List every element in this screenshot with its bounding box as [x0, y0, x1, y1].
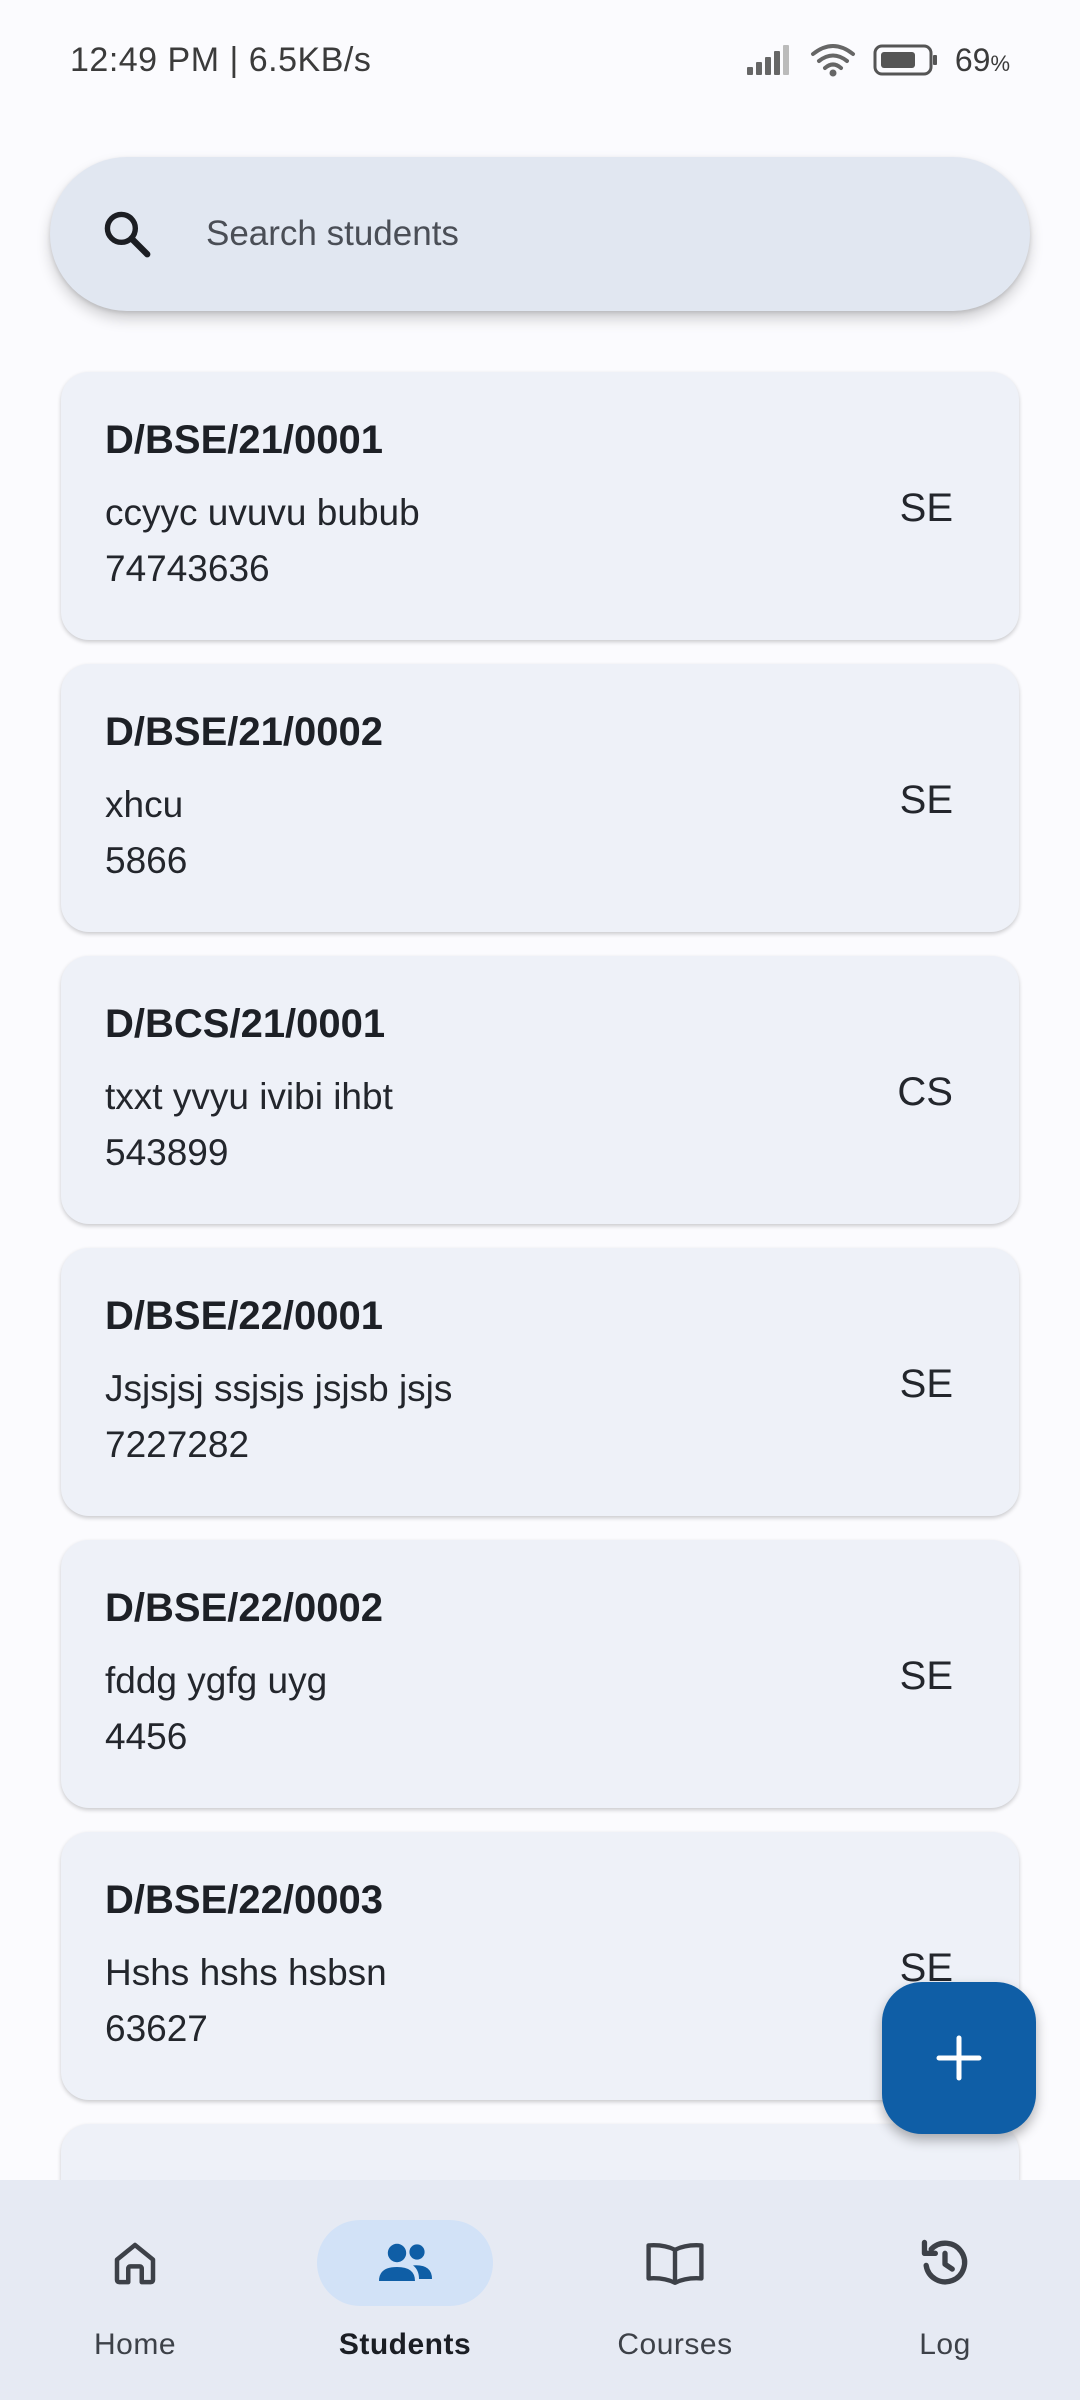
- student-id: D/BSE/21/0002: [105, 710, 383, 754]
- student-phone: 5866: [105, 840, 188, 881]
- search-bar[interactable]: [50, 157, 1030, 311]
- student-phone: 4456: [105, 1716, 188, 1757]
- student-phone: 63627: [105, 2008, 208, 2049]
- nav-indicator: [47, 2220, 223, 2306]
- people-icon: [379, 2243, 432, 2281]
- student-list: D/BSE/21/0001 ccyyc uvuvu bubub 74743636…: [61, 372, 1019, 2228]
- student-id: D/BCS/21/0001: [105, 1002, 386, 1046]
- student-id: D/BSE/22/0002: [105, 1586, 383, 1630]
- plus-icon: [936, 2035, 982, 2081]
- status-icons: 69%: [745, 42, 1010, 79]
- student-department: SE: [899, 1362, 953, 1406]
- nav-indicator: [587, 2220, 763, 2306]
- student-id: D/BSE/21/0001: [105, 418, 383, 462]
- nav-item-log[interactable]: Log: [810, 2180, 1080, 2400]
- nav-label: Log: [919, 2328, 971, 2361]
- student-card[interactable]: D/BSE/22/0001 Jsjsjsj ssjsjs jsjsb jsjs …: [61, 1248, 1019, 1516]
- nav-item-students[interactable]: Students: [270, 2180, 540, 2400]
- student-department: CS: [897, 1070, 953, 1114]
- battery-level: 69%: [954, 41, 1010, 78]
- nav-label: Home: [93, 2328, 177, 2361]
- status-time-speed: 12:49 PM | 6.5KB/s: [70, 40, 372, 79]
- bottom-navigation: Home Students Courses Log: [0, 2180, 1080, 2400]
- student-name: txxt yvyu ivibi ihbt: [105, 1076, 393, 1117]
- nav-item-home[interactable]: Home: [0, 2180, 270, 2400]
- student-name: ccyyc uvuvu bubub: [105, 492, 420, 533]
- battery-icon: [873, 44, 937, 76]
- nav-item-courses[interactable]: Courses: [540, 2180, 810, 2400]
- search-icon[interactable]: [100, 207, 154, 261]
- student-name: Jsjsjsj ssjsjs jsjsb jsjs: [105, 1368, 453, 1409]
- wifi-icon: [810, 44, 855, 77]
- nav-indicator-active: [317, 2220, 493, 2306]
- nav-label: Students: [338, 2328, 472, 2361]
- student-phone: 7227282: [105, 1424, 250, 1465]
- student-department: SE: [899, 486, 953, 530]
- student-department: SE: [899, 1654, 953, 1698]
- student-name: fddg ygfg uyg: [105, 1660, 328, 1701]
- book-icon: [646, 2243, 704, 2285]
- student-card[interactable]: D/BSE/22/0002 fddg ygfg uyg 4456 SE: [61, 1540, 1019, 1808]
- student-card[interactable]: D/BSE/21/0002 xhcu 5866 SE: [61, 664, 1019, 932]
- nav-label: Courses: [617, 2328, 733, 2361]
- student-phone: 543899: [105, 1132, 229, 1173]
- home-icon: [114, 2242, 156, 2285]
- student-phone: 74743636: [105, 548, 270, 589]
- student-card[interactable]: D/BSE/21/0001 ccyyc uvuvu bubub 74743636…: [61, 372, 1019, 640]
- history-icon: [921, 2239, 968, 2285]
- add-student-button[interactable]: [882, 1982, 1036, 2134]
- student-name: Hshs hshs hsbsn: [105, 1952, 387, 1993]
- student-card[interactable]: D/BSE/22/0003 Hshs hshs hsbsn 63627 SE: [61, 1832, 1019, 2100]
- search-input[interactable]: [206, 214, 966, 254]
- student-card[interactable]: D/BCS/21/0001 txxt yvyu ivibi ihbt 54389…: [61, 956, 1019, 1224]
- student-department: SE: [899, 778, 953, 822]
- status-bar: 12:49 PM | 6.5KB/s 69%: [0, 0, 1080, 120]
- student-id: D/BSE/22/0001: [105, 1294, 383, 1338]
- signal-icon: [746, 45, 789, 75]
- nav-indicator: [857, 2220, 1033, 2306]
- student-name: xhcu: [105, 784, 184, 825]
- student-id: D/BSE/22/0003: [105, 1878, 383, 1922]
